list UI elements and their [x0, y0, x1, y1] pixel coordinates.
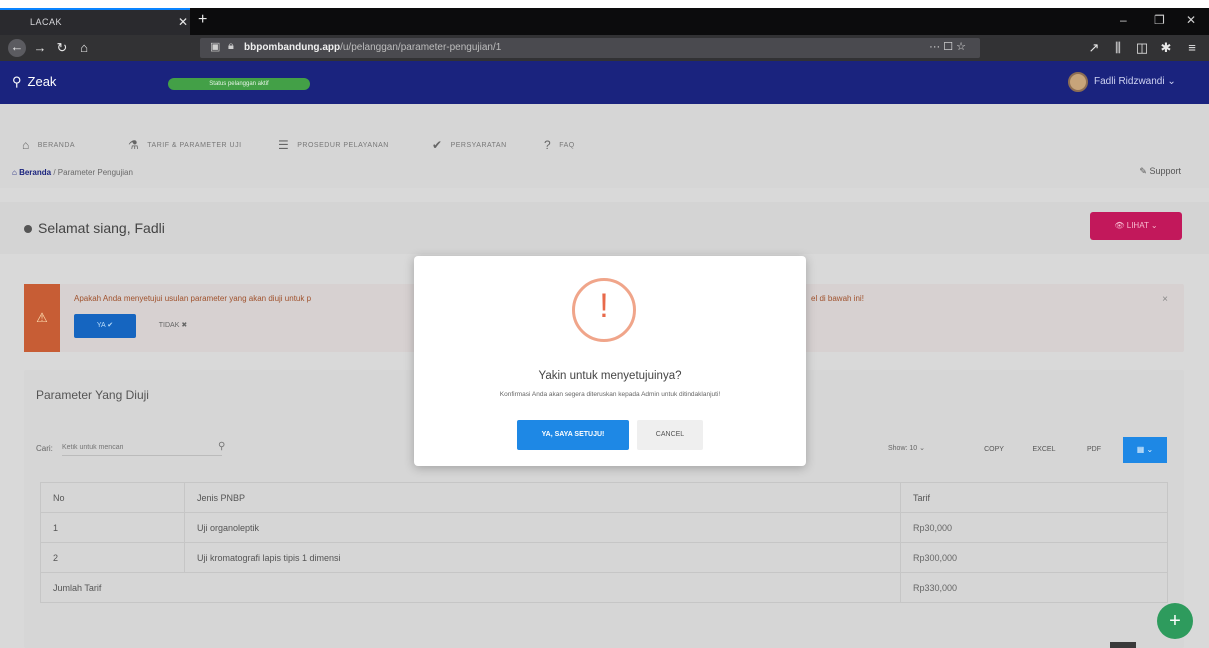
brand[interactable]: ⚲ Zeak [12, 74, 56, 90]
support-link[interactable]: ✎ Support [1139, 166, 1181, 177]
menu-item-persyaratan[interactable]: ✔ PERSYARATAN [432, 138, 507, 152]
tab-title: LACAK [30, 17, 63, 27]
main-menu: ⌂ BERANDA ⚗ TARIF & PARAMETER UJI ☰ PROSEDU… [0, 104, 1209, 188]
column-visibility-button[interactable]: ▦ ⌄ [1123, 437, 1167, 463]
total-value: Rp330,000 [900, 572, 1168, 603]
shield-icon[interactable]: ▣ [210, 40, 220, 53]
app-header: ⚲ Zeak Status pelanggan aktif Fadli Ridzw… [0, 61, 1209, 104]
show-entries-select[interactable]: Show: 10 ⌄ [888, 444, 925, 452]
menu-item-prosedur[interactable]: ☰ PROSEDUR PELAYANAN [278, 138, 389, 152]
check-icon: ✔ [432, 138, 443, 152]
lihat-button[interactable]: 👁︎ LIHAT ⌄ [1090, 212, 1182, 240]
reload-icon[interactable]: ↻ [54, 40, 70, 56]
maximize-icon[interactable]: ❐ [1154, 13, 1165, 27]
list-icon: ☰ [278, 138, 290, 152]
col-jenis[interactable]: Jenis PNBP [184, 482, 901, 513]
total-label: Jumlah Tarif [40, 572, 901, 603]
copy-button[interactable]: COPY [974, 440, 1014, 460]
alert-message: Apakah Anda menyetujui usulan parameter … [74, 294, 312, 303]
table-row: 1 Uji organoleptik Rp30,000 [40, 512, 1168, 543]
pdf-button[interactable]: PDF [1076, 440, 1112, 460]
brand-logo-icon: ⚲ [12, 74, 22, 89]
breadcrumb: ⌂ Beranda / Parameter Pengujian [12, 168, 133, 177]
url-bar[interactable]: ▣ 🔒︎ bbpombandung.app/u/pelanggan/parame… [200, 38, 980, 58]
col-tarif[interactable]: Tarif [900, 482, 1168, 513]
confirm-button[interactable]: YA, SAYA SETUJU! [517, 420, 629, 450]
table-header-row: No Jenis PNBP Tarif [40, 482, 1168, 513]
lock-icon[interactable]: 🔒︎ [228, 40, 234, 53]
window-close-icon[interactable]: ✕ [1186, 13, 1196, 27]
parameter-table: No Jenis PNBP Tarif 1 Uji organoleptik R… [40, 482, 1168, 603]
back-icon[interactable]: ← [8, 39, 26, 57]
browser-window: LACAK ✕ + – ❐ ✕ ← → ↻ ⌂ ▣ 🔒︎ bbpombandun… [0, 0, 1209, 648]
url-text[interactable]: bbpombandung.app/u/pelanggan/parameter-p… [244, 42, 501, 53]
row-tarif: Rp30,000 [900, 512, 1168, 543]
home-browser-icon[interactable]: ⌂ [76, 40, 92, 56]
page-actions-icon[interactable]: ··· ☐ ☆ [929, 40, 966, 53]
help-icon: ? [544, 138, 552, 152]
library-icon[interactable]: ⫼ [1110, 40, 1126, 56]
row-jenis: Uji organoleptik [184, 512, 901, 543]
dialog-title: Yakin untuk menyetujuinya? [538, 370, 682, 382]
row-tarif: Rp300,000 [900, 542, 1168, 573]
avatar[interactable] [1068, 72, 1088, 92]
support-icon: ✎ [1139, 166, 1147, 176]
row-jenis: Uji kromatografi lapis tipis 1 dimensi [184, 542, 901, 573]
browser-nav-bar: ← → ↻ ⌂ ▣ 🔒︎ bbpombandung.app/u/pelangga… [0, 35, 1209, 61]
extension-icon[interactable]: ↗ [1086, 40, 1102, 56]
warning-icon: ⚠ [24, 284, 60, 352]
dialog-subtitle: Konfirmasi Anda akan segera diteruskan k… [499, 391, 721, 398]
user-menu[interactable]: Fadli Ridzwandi ⌄ [1094, 76, 1176, 87]
menu-item-beranda[interactable]: ⌂ BERANDA [22, 138, 75, 152]
table-row: 2 Uji kromatografi lapis tipis 1 dimensi… [40, 542, 1168, 573]
row-no: 1 [40, 512, 185, 543]
alert-message-end: el di bawah ini! [811, 294, 864, 303]
table-total-row: Jumlah Tarif Rp330,000 [40, 572, 1168, 603]
breadcrumb-home[interactable]: ⌂ Beranda [12, 168, 51, 177]
card-title: Parameter Yang Diuji [36, 388, 149, 402]
greeting-dot-icon [24, 225, 32, 234]
new-tab-icon[interactable]: + [198, 11, 207, 29]
confirm-dialog: ! Yakin untuk menyetujuinya? Konfirmasi … [414, 256, 806, 466]
alert-yes-button[interactable]: YA ✔ [74, 314, 136, 338]
menu-item-faq[interactable]: ? FAQ [544, 138, 575, 152]
brand-name: Zeak [27, 74, 57, 89]
menu-icon[interactable]: ≡ [1184, 40, 1200, 56]
breadcrumb-current: Parameter Pengujian [57, 168, 133, 177]
home-icon: ⌂ [22, 138, 30, 152]
search-icon[interactable]: ⚲ [218, 441, 225, 452]
browser-tab-bar: LACAK ✕ + – ❐ ✕ [0, 8, 1209, 35]
page-footer-block [1110, 642, 1136, 648]
sidebar-icon[interactable]: ◫ [1134, 40, 1150, 56]
col-no[interactable]: No [40, 482, 185, 513]
row-no: 2 [40, 542, 185, 573]
search-label: Cari: [36, 444, 53, 453]
greeting: Selamat siang, Fadli [24, 220, 165, 236]
search-input[interactable] [62, 440, 222, 456]
addon-icon[interactable]: ✱ [1158, 40, 1174, 56]
add-fab-button[interactable]: + [1157, 603, 1193, 639]
browser-tab[interactable]: LACAK ✕ [0, 8, 190, 35]
flask-icon: ⚗ [128, 138, 140, 152]
greeting-row: Selamat siang, Fadli 👁︎ LIHAT ⌄ [0, 202, 1209, 254]
forward-icon[interactable]: → [32, 40, 48, 56]
warning-circle-icon: ! [572, 278, 636, 342]
alert-close-icon[interactable]: × [1162, 294, 1168, 305]
alert-no-button[interactable]: TIDAK ✖ [142, 314, 204, 338]
tab-close-icon[interactable]: ✕ [178, 15, 189, 29]
minimize-icon[interactable]: – [1120, 13, 1127, 27]
excel-button[interactable]: EXCEL [1024, 440, 1064, 460]
status-badge: Status pelanggan aktif [168, 78, 310, 90]
menu-item-tarif[interactable]: ⚗ TARIF & PARAMETER UJI [128, 138, 242, 152]
cancel-button[interactable]: CANCEL [637, 420, 703, 450]
